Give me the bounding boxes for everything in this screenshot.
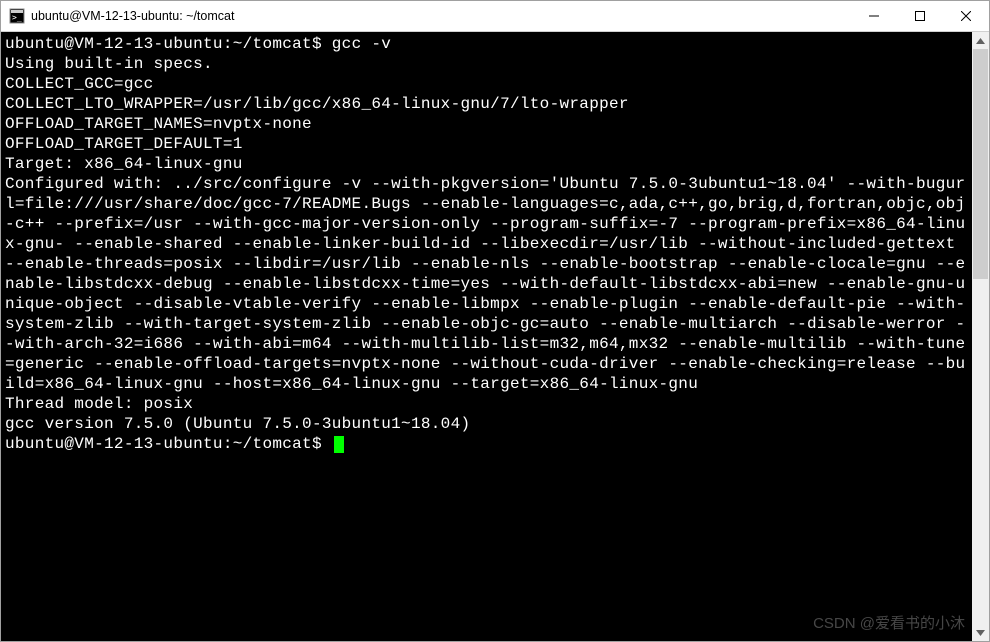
output-line: OFFLOAD_TARGET_DEFAULT=1	[5, 135, 243, 153]
terminal-output[interactable]: ubuntu@VM-12-13-ubuntu:~/tomcat$ gcc -v …	[1, 32, 972, 641]
output-line: Target: x86_64-linux-gnu	[5, 155, 243, 173]
shell-prompt: ubuntu@VM-12-13-ubuntu:~/tomcat$	[5, 435, 332, 453]
terminal-area: ubuntu@VM-12-13-ubuntu:~/tomcat$ gcc -v …	[1, 32, 989, 641]
scroll-up-button[interactable]	[972, 32, 989, 49]
scroll-thumb[interactable]	[973, 49, 988, 279]
terminal-window: >_ ubuntu@VM-12-13-ubuntu: ~/tomcat ubun…	[0, 0, 990, 642]
titlebar[interactable]: >_ ubuntu@VM-12-13-ubuntu: ~/tomcat	[1, 1, 989, 32]
close-button[interactable]	[943, 1, 989, 31]
output-line: COLLECT_LTO_WRAPPER=/usr/lib/gcc/x86_64-…	[5, 95, 629, 113]
output-line: Using built-in specs.	[5, 55, 213, 73]
maximize-button[interactable]	[897, 1, 943, 31]
output-line: OFFLOAD_TARGET_NAMES=nvptx-none	[5, 115, 312, 133]
scroll-down-button[interactable]	[972, 624, 989, 641]
window-title: ubuntu@VM-12-13-ubuntu: ~/tomcat	[31, 9, 851, 23]
shell-prompt: ubuntu@VM-12-13-ubuntu:~/tomcat$	[5, 35, 332, 53]
output-line: Configured with: ../src/configure -v --w…	[5, 175, 965, 393]
scrollbar-vertical[interactable]	[972, 32, 989, 641]
cursor-block	[334, 436, 344, 453]
terminal-icon: >_	[9, 8, 25, 24]
svg-text:>_: >_	[12, 13, 22, 22]
command-text: gcc -v	[332, 35, 391, 53]
output-line: Thread model: posix	[5, 395, 193, 413]
minimize-button[interactable]	[851, 1, 897, 31]
scroll-track[interactable]	[972, 49, 989, 624]
output-line: gcc version 7.5.0 (Ubuntu 7.5.0-3ubuntu1…	[5, 415, 470, 433]
window-controls	[851, 1, 989, 31]
output-line: COLLECT_GCC=gcc	[5, 75, 154, 93]
